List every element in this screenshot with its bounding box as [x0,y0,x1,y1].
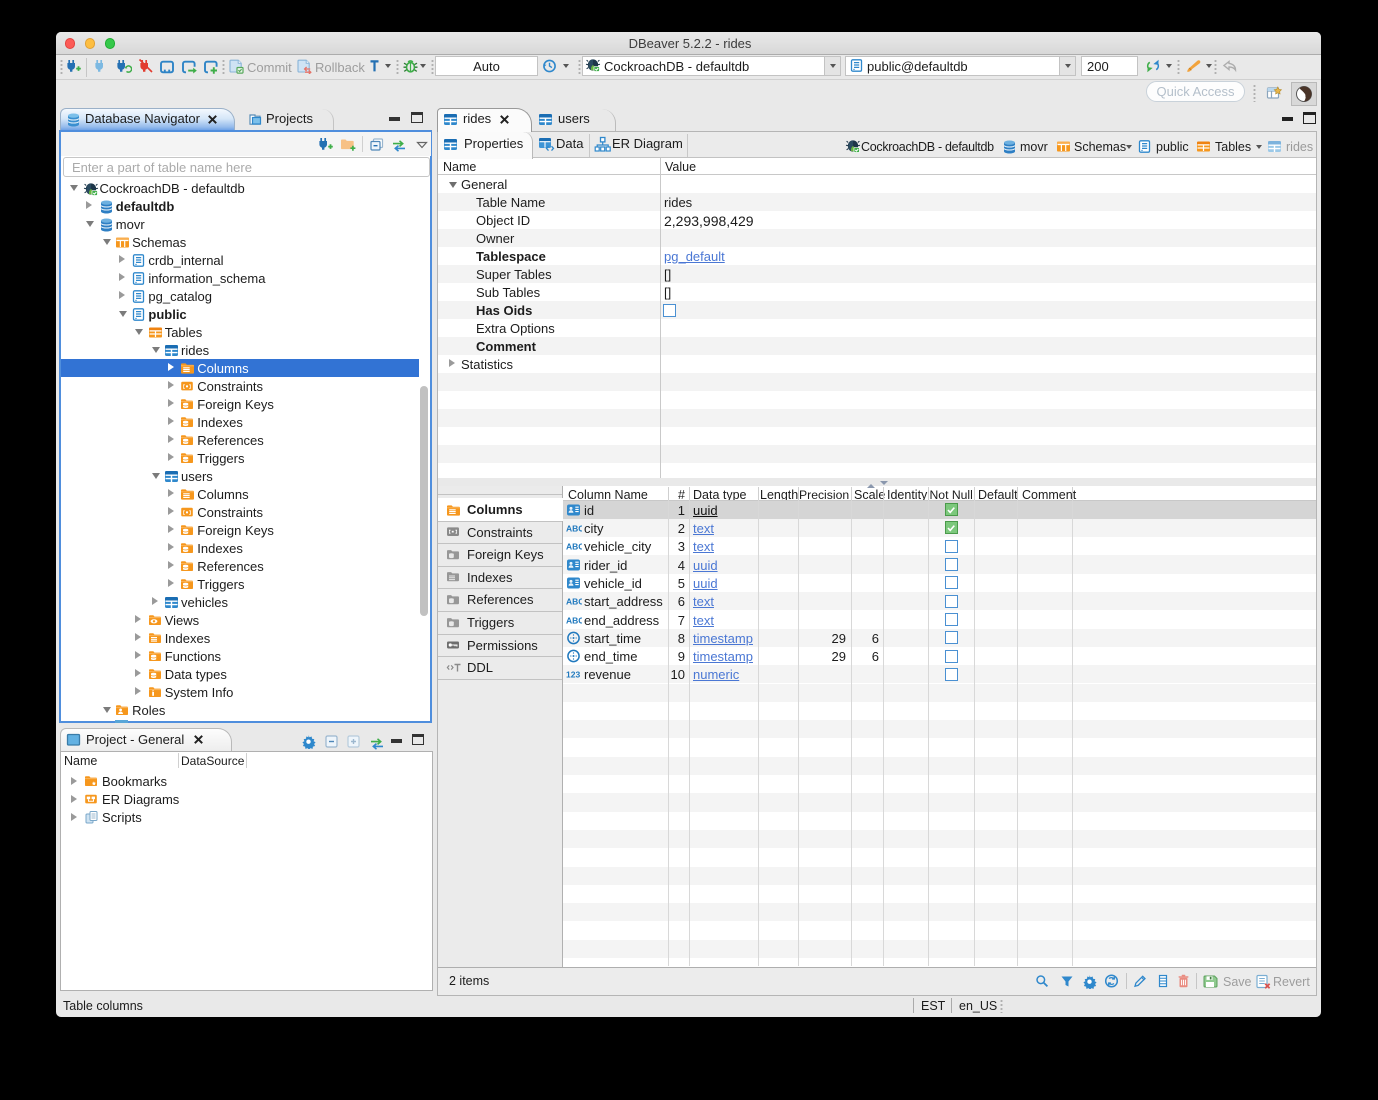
svg-text:ABC: ABC [566,524,582,534]
svg-text:ABC: ABC [566,615,582,625]
svg-text:ABC: ABC [566,597,582,607]
svg-text:ABC: ABC [566,542,582,552]
svg-text:123: 123 [566,670,580,680]
